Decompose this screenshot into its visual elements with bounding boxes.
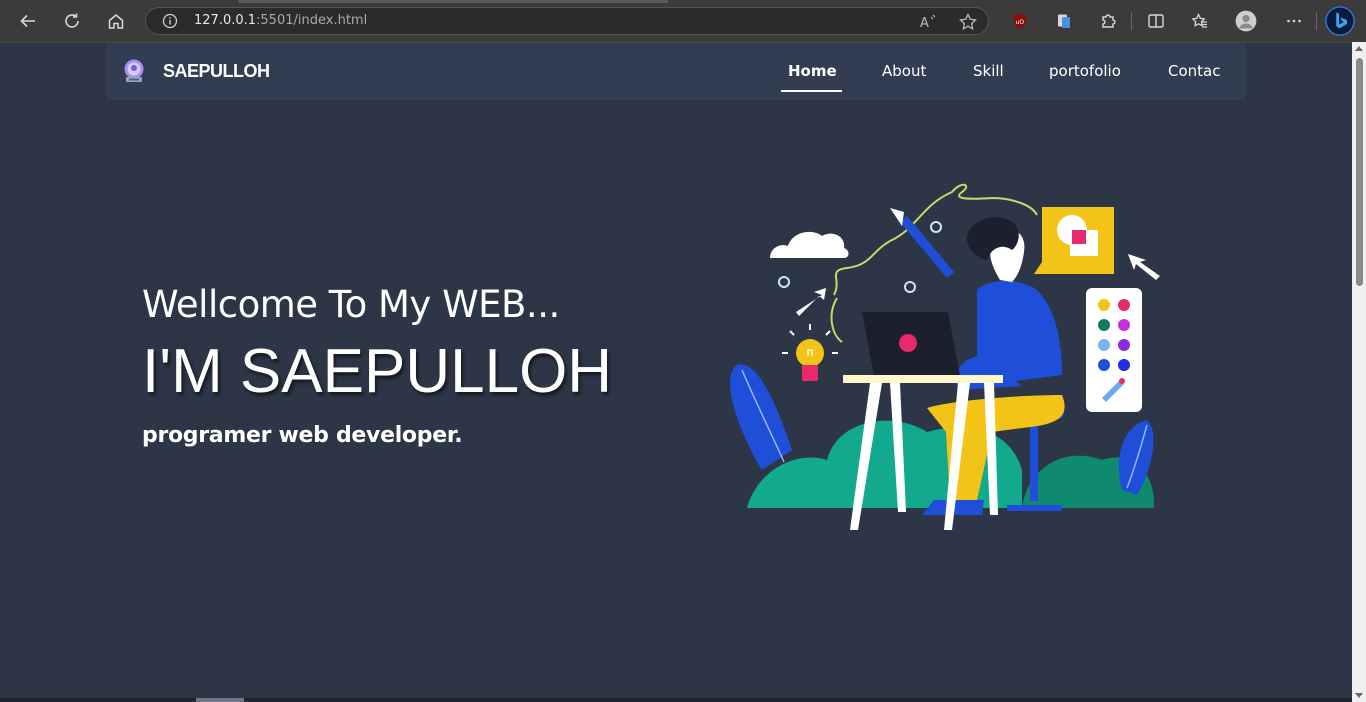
pen <box>900 216 954 278</box>
toolbar-divider <box>1131 12 1132 30</box>
info-icon[interactable] <box>162 13 178 29</box>
scroll-thumb[interactable] <box>1356 58 1363 286</box>
svg-text:uO: uO <box>1016 19 1025 26</box>
back-icon <box>20 14 35 28</box>
refresh-button[interactable] <box>57 6 87 36</box>
read-aloud-icon[interactable]: A <box>918 12 938 32</box>
ublock-icon: uO <box>1014 13 1026 29</box>
vertical-scrollbar[interactable] <box>1352 42 1366 702</box>
desk-top <box>843 375 1003 383</box>
active-tab-indicator <box>238 0 668 3</box>
nav-home-active-underline <box>781 90 842 92</box>
refresh-icon <box>65 13 79 28</box>
url-host: 127.0.0.1 <box>194 13 257 28</box>
horizontal-scroll-thumb[interactable] <box>196 698 244 702</box>
split-screen-button[interactable] <box>1141 6 1171 36</box>
cloud <box>770 231 849 258</box>
url-path: :5501/index.html <box>256 13 368 28</box>
url-text[interactable]: 127.0.0.1:5501/index.html <box>194 13 367 28</box>
nav-contac[interactable]: Contac <box>1168 62 1220 80</box>
ublock-button[interactable]: uO <box>1005 6 1035 36</box>
bing-icon <box>1325 6 1355 36</box>
lightbulb <box>796 339 824 367</box>
hero-greeting: Wellcome To My WEB... <box>142 283 560 326</box>
favorites-icon <box>1191 12 1207 28</box>
favorite-star-icon[interactable] <box>958 12 978 32</box>
extensions-icon <box>1102 14 1116 28</box>
extension-clipboard-icon <box>1058 14 1070 28</box>
toolbar-divider <box>1316 12 1317 30</box>
arrow-right <box>1128 254 1160 280</box>
nav-portofolio[interactable]: portofolio <box>1049 62 1121 80</box>
extensions-button[interactable] <box>1093 6 1123 36</box>
profile-icon <box>1235 10 1257 32</box>
scroll-down-arrow[interactable] <box>1355 693 1363 698</box>
split-screen-icon <box>1148 14 1164 28</box>
svg-text:A: A <box>920 16 929 31</box>
profile-button[interactable] <box>1231 6 1261 36</box>
site-navbar: SAEPULLOH Home About Skill portofolio Co… <box>106 43 1246 100</box>
nav-about[interactable]: About <box>882 62 926 80</box>
hero-role: programer web developer. <box>142 423 463 448</box>
home-button[interactable] <box>101 6 131 36</box>
favorites-button[interactable] <box>1185 6 1215 36</box>
hero-illustration <box>730 183 1160 530</box>
browser-toolbar: 127.0.0.1:5501/index.html A uO <box>0 0 1366 43</box>
bing-button[interactable] <box>1324 5 1356 37</box>
logo-icon[interactable] <box>121 58 147 84</box>
arrow-left <box>796 288 826 316</box>
hero-name: I'M SAEPULLOH <box>142 337 613 406</box>
home-icon <box>108 14 124 29</box>
more-icon <box>1287 19 1301 23</box>
horizontal-scrollbar[interactable] <box>0 698 1352 702</box>
address-bar[interactable]: 127.0.0.1:5501/index.html A <box>145 7 989 35</box>
nav-skill[interactable]: Skill <box>973 62 1004 80</box>
nav-home[interactable]: Home <box>788 62 837 80</box>
brand-name[interactable]: SAEPULLOH <box>163 61 270 82</box>
more-button[interactable] <box>1279 6 1309 36</box>
back-button[interactable] <box>13 6 43 36</box>
scroll-up-arrow[interactable] <box>1355 46 1363 51</box>
plant-left-leaf <box>730 364 792 470</box>
extension-clipboard-button[interactable] <box>1049 6 1079 36</box>
